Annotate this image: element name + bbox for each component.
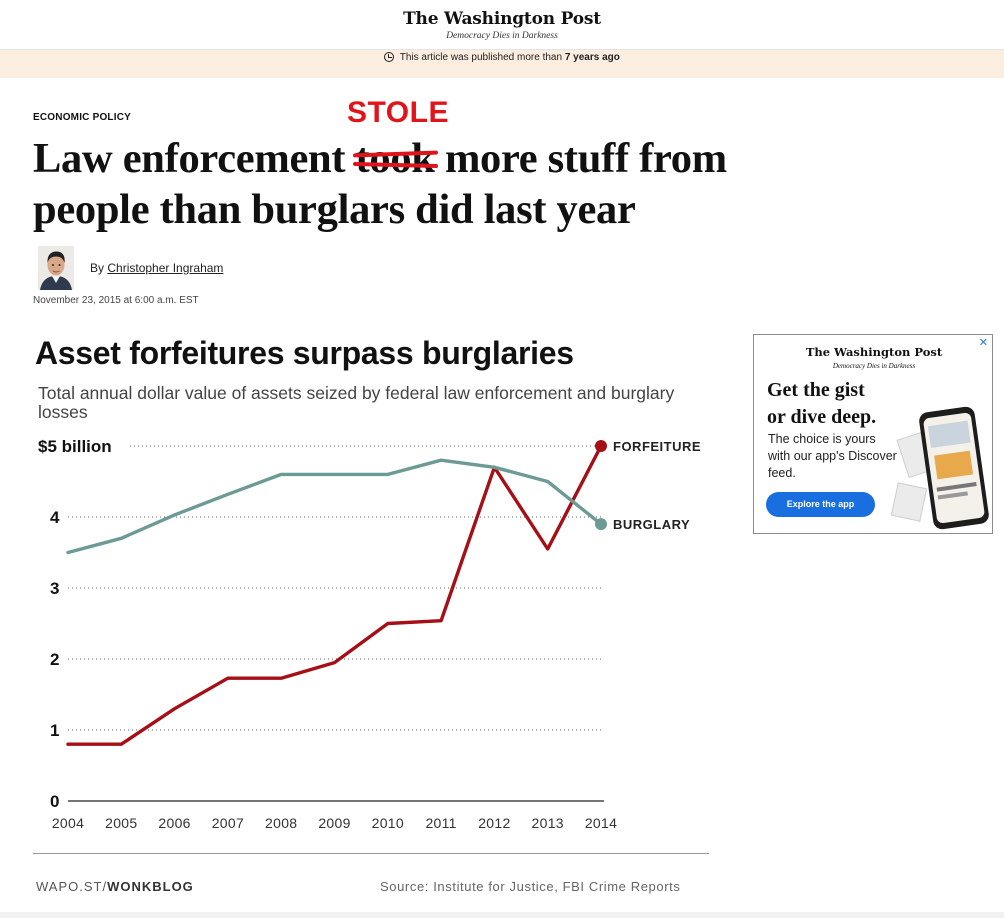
ad-tagline: Democracy Dies in Darkness <box>832 362 916 370</box>
line-chart: 0 1 2 3 4 $5 billion 2004 2005 2006 2007 2008 2009 2… <box>38 437 701 831</box>
x-tick-label: 2007 <box>212 815 244 831</box>
x-tick-label: 2011 <box>425 815 456 831</box>
site-tagline: Democracy Dies in Darkness <box>446 31 558 41</box>
chart-subtitle: Total annual dollar value of assets seiz… <box>38 383 675 422</box>
article-age-notice: This article was published more than 7 y… <box>0 50 1004 78</box>
x-tick-label: 2010 <box>372 815 404 831</box>
x-tick-label: 2008 <box>265 815 297 831</box>
y-tick-label: 3 <box>50 579 59 598</box>
headline-part-1: Law enforcement <box>33 135 356 182</box>
x-tick-label: 2014 <box>585 815 617 831</box>
burglary-end-point <box>595 518 607 531</box>
explore-app-button[interactable]: Explore the app <box>766 492 875 517</box>
x-tick-label: 2005 <box>105 815 137 831</box>
ad-body: The choice is yours with our app's Disco… <box>768 432 897 480</box>
y-tick-label: 1 <box>50 721 59 740</box>
chart-source: Source: Institute for Justice, FBI Crime… <box>380 879 681 894</box>
headline: Law enforcement took more stuff from peo… <box>33 133 773 235</box>
chart-title: Asset forfeitures surpass burglaries <box>35 335 574 371</box>
ad-logo: The Washington Post <box>805 345 943 359</box>
forfeiture-series-label: FORFEITURE <box>613 439 701 454</box>
x-tick-label: 2009 <box>318 815 350 831</box>
ad-headline: Get the gist or dive deep. <box>767 377 907 431</box>
byline-prefix: By <box>90 261 105 275</box>
phone-illustration <box>918 405 990 531</box>
ad-headline-line-2: or dive deep. <box>767 406 877 428</box>
ad-paper-clipping <box>890 482 928 522</box>
x-tick-label: 2013 <box>532 815 564 831</box>
x-tick-label: 2012 <box>478 815 510 831</box>
annotation-stole: STOLE <box>347 96 449 129</box>
credit-prefix: WAPO.ST/ <box>36 879 108 894</box>
forfeiture-end-point <box>595 440 607 452</box>
x-tick-label: 2006 <box>158 815 190 831</box>
masthead: The Washington Post Democracy Dies in Da… <box>0 0 1004 50</box>
author-avatar[interactable] <box>38 246 74 290</box>
x-tick-label: 2004 <box>52 815 84 831</box>
credit-bold: WONKBLOG <box>107 879 194 894</box>
headline-struck-word: took <box>355 135 435 182</box>
y-tick-label: 0 <box>50 792 59 811</box>
publish-date: November 23, 2015 at 6:00 a.m. EST <box>33 295 199 306</box>
byline: By Christopher Ingraham <box>90 261 223 275</box>
clock-icon <box>384 52 395 62</box>
notice-emphasis: 7 years ago <box>564 52 620 63</box>
burglary-series-label: BURGLARY <box>613 517 690 532</box>
notice-text: This article was published more than <box>399 52 563 63</box>
author-link[interactable]: Christopher Ingraham <box>107 261 223 275</box>
site-logo[interactable]: The Washington Post <box>0 9 1004 29</box>
forfeiture-series-line <box>66 444 603 746</box>
y-tick-label: $5 billion <box>38 437 112 456</box>
y-tick-label: 2 <box>50 650 59 669</box>
page-bottom-edge <box>0 912 1004 918</box>
chart-credit[interactable]: WAPO.ST/WONKBLOG <box>36 879 194 894</box>
section-label[interactable]: ECONOMIC POLICY <box>33 112 131 123</box>
ad-headline-line-1: Get the gist <box>767 379 865 401</box>
app-promo-ad[interactable]: ✕ The Washington Post Democracy Dies in … <box>753 334 993 534</box>
y-tick-label: 4 <box>50 508 60 527</box>
chart-divider <box>33 853 709 854</box>
